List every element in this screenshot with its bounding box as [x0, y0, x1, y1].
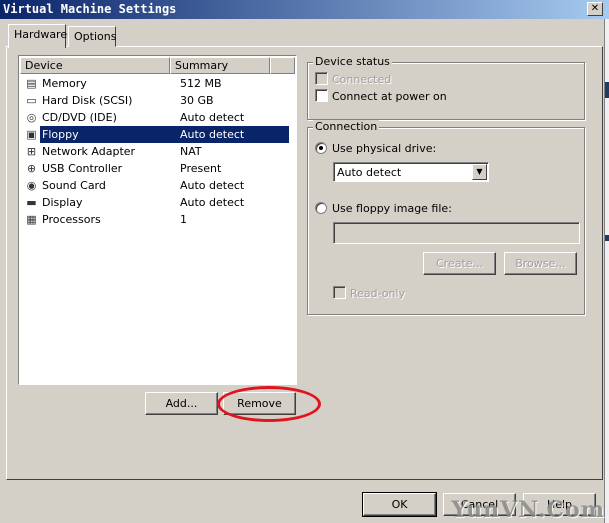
- background-window-marker-2: [605, 235, 609, 241]
- device-summary: Auto detect: [180, 111, 245, 124]
- physical-drive-select[interactable]: Auto detect ▼: [333, 162, 489, 182]
- sound-card-icon: ◉: [26, 179, 37, 192]
- use-physical-drive-label: Use physical drive:: [332, 142, 437, 155]
- device-name: Processors: [42, 213, 101, 226]
- close-icon[interactable]: ✕: [587, 2, 603, 16]
- device-summary: Auto detect: [180, 179, 245, 192]
- memory-icon: ▤: [26, 77, 37, 90]
- use-floppy-image-radio[interactable]: [315, 202, 327, 214]
- window-title-bar: Virtual Machine Settings ✕: [0, 0, 609, 19]
- connected-label: Connected: [332, 73, 392, 86]
- connect-at-power-on-label: Connect at power on: [332, 90, 447, 103]
- connection-title: Connection: [313, 120, 380, 133]
- device-name: Floppy: [40, 126, 177, 143]
- device-summary: 30 GB: [180, 94, 214, 107]
- browse-button[interactable]: Browse...: [504, 252, 577, 275]
- network-adapter-icon: ⊞: [26, 145, 37, 158]
- create-button[interactable]: Create...: [423, 252, 496, 275]
- device-summary: 512 MB: [180, 77, 222, 90]
- device-list-header: Device Summary: [20, 57, 295, 74]
- device-name: USB Controller: [42, 162, 123, 175]
- device-summary: NAT: [180, 145, 202, 158]
- read-only-checkbox[interactable]: [333, 286, 346, 299]
- device-row-usb-controller[interactable]: ⊕ USB Controller Present: [21, 160, 296, 177]
- device-summary: 1: [180, 213, 187, 226]
- read-only-label: Read-only: [350, 287, 406, 300]
- device-row-sound-card[interactable]: ◉ Sound Card Auto detect: [21, 177, 296, 194]
- device-summary: Auto detect: [180, 196, 245, 209]
- tab-hardware[interactable]: Hardware: [8, 24, 68, 48]
- device-status-title: Device status: [313, 55, 392, 68]
- tab-options-label: Options: [74, 30, 117, 43]
- column-header-summary[interactable]: Summary: [170, 57, 270, 74]
- device-name: Hard Disk (SCSI): [42, 94, 133, 107]
- radio-selected-dot: [319, 146, 323, 150]
- physical-drive-value: Auto detect: [337, 166, 402, 179]
- ok-button[interactable]: OK: [362, 492, 437, 517]
- floppy-image-path-field[interactable]: [333, 222, 580, 244]
- device-list[interactable]: Device Summary ▤ Memory 512 MB ▭ Hard Di…: [18, 55, 297, 385]
- tab-options[interactable]: Options: [68, 26, 116, 47]
- device-name: Sound Card: [42, 179, 106, 192]
- processors-icon: ▦: [26, 213, 37, 226]
- device-row-network-adapter[interactable]: ⊞ Network Adapter NAT: [21, 143, 296, 160]
- device-name: Network Adapter: [42, 145, 136, 158]
- connected-checkbox[interactable]: [315, 72, 328, 85]
- add-button[interactable]: Add...: [145, 392, 218, 415]
- device-row-floppy[interactable]: ▣ Floppy Auto detect: [21, 126, 296, 143]
- device-row-display[interactable]: ▬ Display Auto detect: [21, 194, 296, 211]
- window-title: Virtual Machine Settings: [3, 2, 177, 16]
- cd-dvd-icon: ◎: [26, 111, 37, 124]
- device-row-cd-dvd[interactable]: ◎ CD/DVD (IDE) Auto detect: [21, 109, 296, 126]
- floppy-icon: ▣: [26, 128, 37, 141]
- connect-at-power-on-checkbox[interactable]: [315, 89, 328, 102]
- usb-controller-icon: ⊕: [26, 162, 37, 175]
- use-physical-drive-radio[interactable]: [315, 142, 327, 154]
- column-header-filler: [270, 57, 295, 74]
- device-summary: Auto detect: [176, 126, 289, 143]
- tab-hardware-label: Hardware: [14, 28, 68, 41]
- connection-group: Connection Use physical drive: Auto dete…: [307, 120, 585, 315]
- watermark: YunVN.Com: [451, 497, 605, 523]
- device-row-hard-disk[interactable]: ▭ Hard Disk (SCSI) 30 GB: [21, 92, 296, 109]
- device-name: Memory: [42, 77, 87, 90]
- hard-disk-icon: ▭: [26, 94, 37, 107]
- chevron-down-icon[interactable]: ▼: [472, 164, 487, 180]
- use-floppy-image-label: Use floppy image file:: [332, 202, 452, 215]
- device-status-group: Device status Connected Connect at power…: [307, 55, 585, 120]
- background-window-marker: [605, 82, 609, 98]
- device-summary: Present: [180, 162, 222, 175]
- column-header-device[interactable]: Device: [20, 57, 170, 74]
- red-annotation-ellipse: [217, 386, 321, 422]
- device-name: CD/DVD (IDE): [42, 111, 117, 124]
- display-icon: ▬: [26, 196, 37, 209]
- device-row-memory[interactable]: ▤ Memory 512 MB: [21, 75, 296, 92]
- device-row-processors[interactable]: ▦ Processors 1: [21, 211, 296, 228]
- device-name: Display: [42, 196, 83, 209]
